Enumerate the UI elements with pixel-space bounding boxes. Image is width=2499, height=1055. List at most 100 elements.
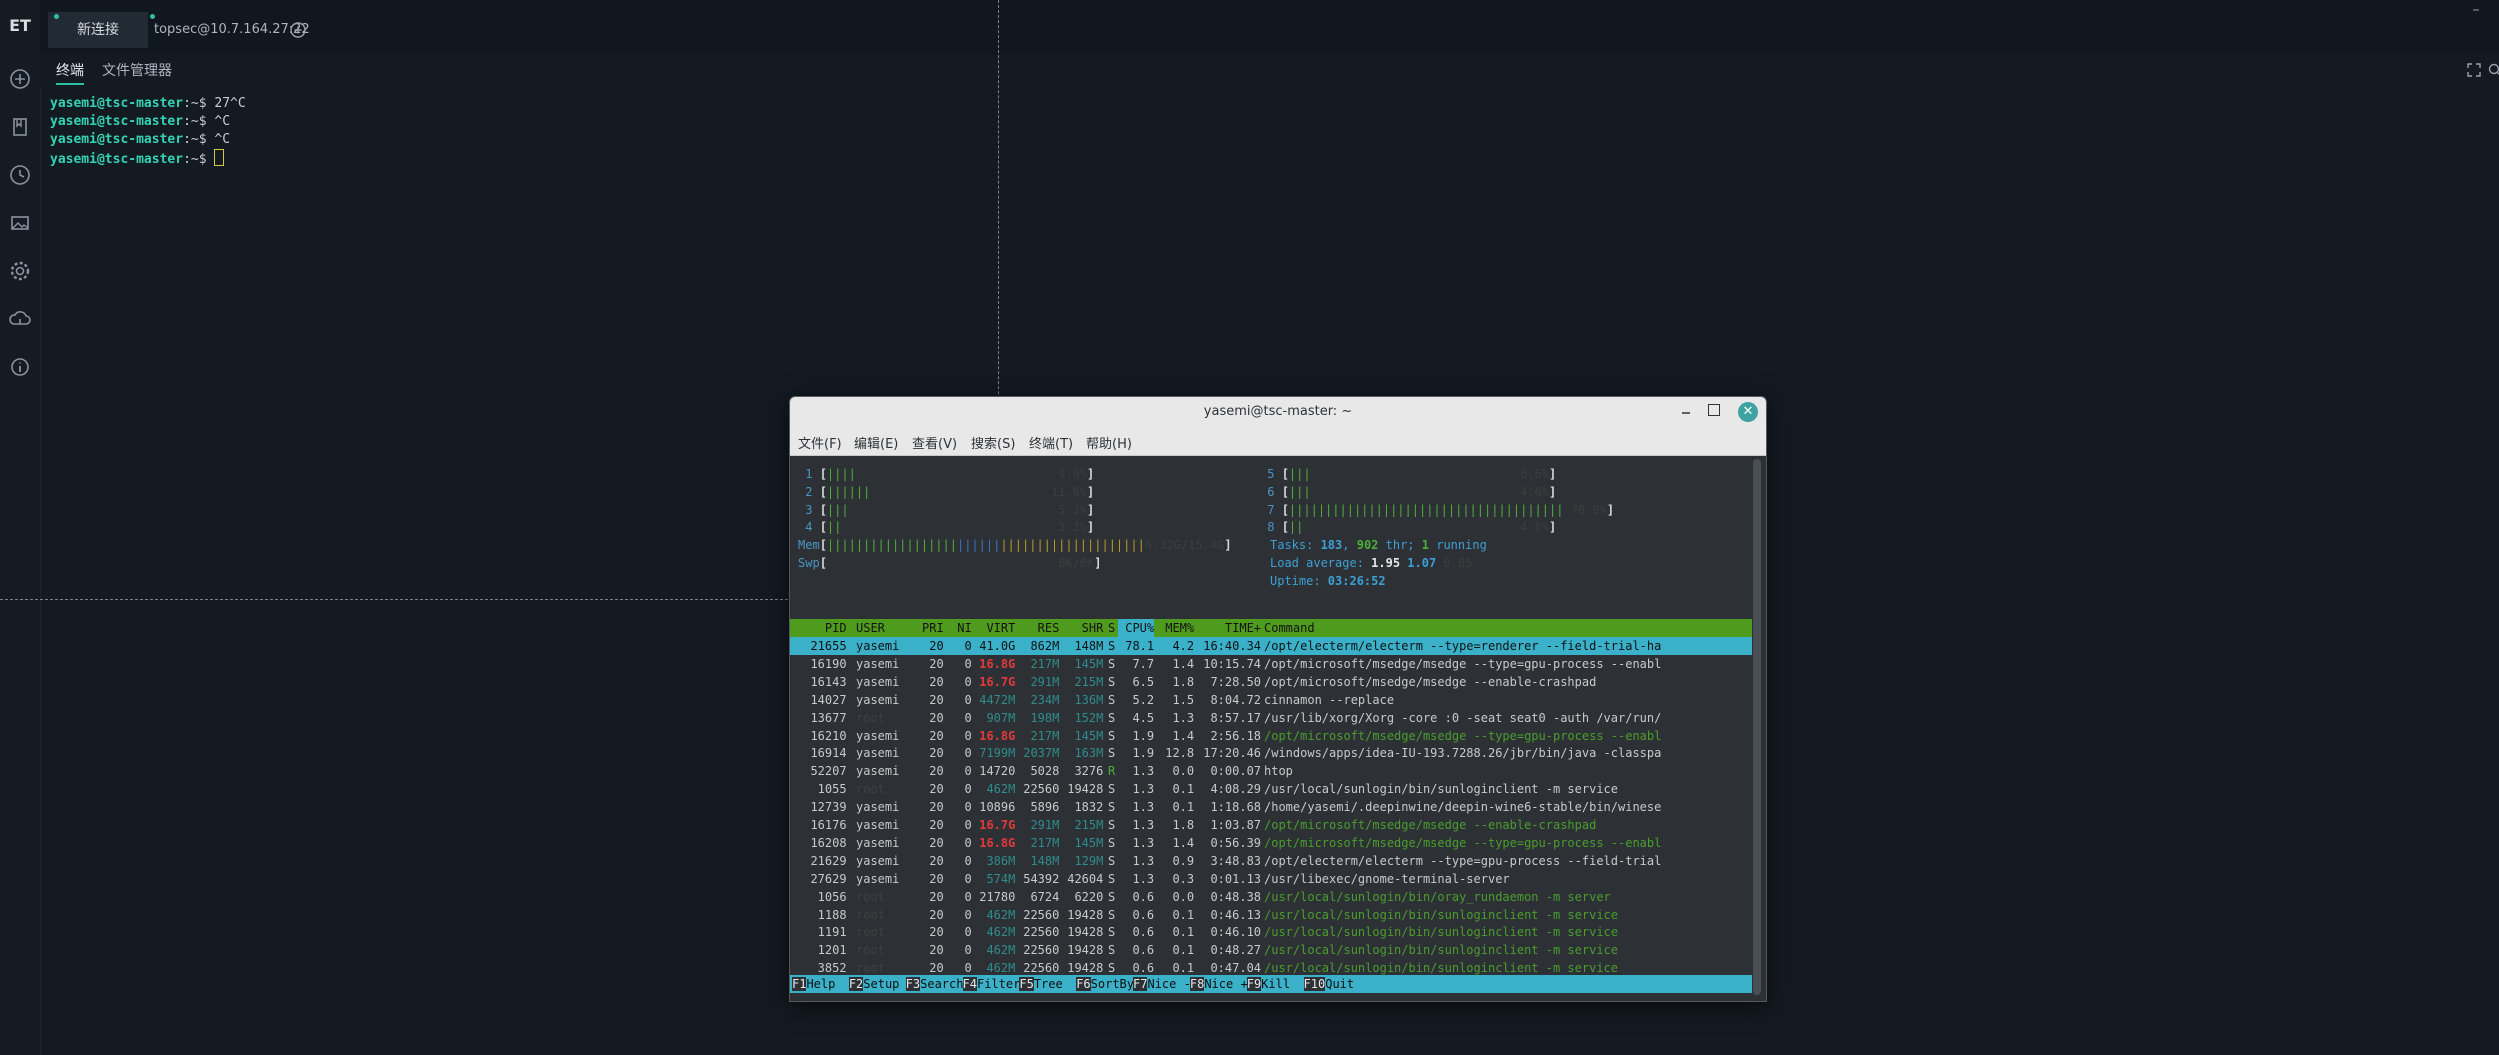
column-header-pid[interactable]: PID	[796, 619, 847, 637]
cell-shr: 129M	[1060, 853, 1104, 868]
process-row[interactable]: 21655 yasemi 20 0 41.0G 862M 148M S 78.1 4…	[790, 637, 1752, 655]
fkey-setup[interactable]: F2Setup	[848, 975, 899, 993]
process-row[interactable]: 21629 yasemi 20 0 386M 148M 129M S 1.3 0.9…	[790, 852, 1752, 870]
tab-file-manager[interactable]: 文件管理器	[102, 60, 172, 80]
menu-help[interactable]: 帮助(H)	[1086, 433, 1132, 452]
process-row[interactable]: 13677 root 20 0 907M 198M 152M S 4.5 1.3 8…	[790, 709, 1752, 727]
fkey-tree[interactable]: F5Tree	[1019, 975, 1063, 993]
process-row[interactable]: 14027 yasemi 20 0 4472M 234M 136M S 5.2 1.…	[790, 691, 1752, 709]
info-icon[interactable]	[7, 354, 33, 380]
meter-bracket: ]	[1087, 467, 1095, 481]
process-row[interactable]: 52207 yasemi 20 0 14720 5028 3276 R 1.3 0.…	[790, 762, 1752, 780]
fkey-kill[interactable]: F9Kill	[1246, 975, 1290, 993]
cell-s: S	[1108, 835, 1116, 850]
cell-pri: 20	[922, 656, 944, 671]
fkey-nice[interactable]: F7Nice -	[1133, 975, 1191, 993]
cell-pid: 14027	[796, 692, 847, 707]
tasks-count: 183	[1320, 538, 1343, 553]
window-minimize-button[interactable]: –	[2466, 2, 2486, 18]
window-titlebar[interactable]: yasemi@tsc-master: ~ ✕	[790, 397, 1766, 427]
minimize-icon[interactable]	[1679, 403, 1693, 417]
fkey-number: F7	[1133, 977, 1148, 991]
cell-shr: 19428	[1060, 782, 1104, 797]
menu-search[interactable]: 搜索(S)	[971, 433, 1015, 452]
process-row[interactable]: 16210 yasemi 20 0 16.8G 217M 145M S 1.9 1.…	[790, 727, 1752, 745]
column-header-cpu[interactable]: CPU%	[1118, 619, 1155, 637]
gnome-terminal-window[interactable]: yasemi@tsc-master: ~ ✕ 文件(F) 编辑(E) 查看(V)…	[789, 396, 1767, 1002]
cell-res: 22560	[1016, 782, 1060, 797]
meter-bracket: [	[819, 502, 827, 517]
cell-virt: 907M	[972, 710, 1016, 725]
menu-edit[interactable]: 编辑(E)	[854, 433, 898, 452]
terminal-output[interactable]: yasemi@tsc-master:~$ 27^C yasemi@tsc-mas…	[50, 95, 246, 167]
fkey-search[interactable]: F3Search	[905, 975, 963, 993]
fkey-quit[interactable]: F10Quit	[1303, 975, 1354, 993]
cell-pid: 52207	[796, 764, 847, 779]
menu-terminal[interactable]: 终端(T)	[1029, 433, 1073, 452]
cloud-sync-icon[interactable]	[7, 306, 33, 332]
memory-buffers-bar: ||||||	[956, 538, 1001, 553]
fkey-number: F6	[1076, 977, 1091, 991]
cell-user: root	[856, 907, 885, 922]
fkey-sortby[interactable]: F6SortBy	[1076, 975, 1134, 993]
process-row[interactable]: 16914 yasemi 20 0 7199M 2037M 163M S 1.9 1…	[790, 744, 1752, 762]
cpu-meter: 5 [||| 6.6%]	[1260, 465, 1556, 483]
history-icon[interactable]	[7, 162, 33, 188]
process-row[interactable]: 16208 yasemi 20 0 16.8G 217M 145M S 1.3 1.…	[790, 834, 1752, 852]
cell-res: 217M	[1016, 728, 1060, 743]
cell-s: S	[1108, 943, 1116, 958]
process-row[interactable]: 27629 yasemi 20 0 574M 54392 42604 S 1.3 0…	[790, 870, 1752, 888]
cell-shr: 1832	[1060, 800, 1104, 815]
close-icon[interactable]: ✕	[1738, 402, 1758, 422]
htop-screen[interactable]: 1 [|||| 9.9%] 2 [|||||| 11.6%] 3 [||| 5.…	[790, 455, 1752, 1001]
process-row[interactable]: 16176 yasemi 20 0 16.7G 291M 215M S 1.3 1.…	[790, 816, 1752, 834]
settings-gear-icon[interactable]	[7, 258, 33, 284]
column-header-virt[interactable]: VIRT	[972, 619, 1015, 637]
add-tab-icon[interactable]	[289, 21, 307, 39]
maximize-icon[interactable]	[1708, 404, 1720, 416]
cell-shr: 145M	[1060, 728, 1104, 743]
process-row[interactable]: 1191 root 20 0 462M 22560 19428 S 0.6 0.1 …	[790, 923, 1752, 941]
cpu-percent: 6.6%	[1520, 467, 1550, 481]
column-header-shr[interactable]: SHR	[1060, 619, 1104, 637]
column-header-time[interactable]: TIME+	[1196, 619, 1261, 637]
image-icon[interactable]	[7, 210, 33, 236]
cell-res: 291M	[1016, 818, 1060, 832]
cell-ni: 0	[950, 853, 972, 868]
cell-pri: 20	[922, 674, 944, 689]
process-row[interactable]: 16143 yasemi 20 0 16.7G 291M 215M S 6.5 1.…	[790, 673, 1752, 691]
cell-user: root	[856, 889, 885, 904]
fullscreen-icon[interactable]	[2466, 62, 2482, 78]
column-header-pri[interactable]: PRI	[922, 619, 944, 637]
process-row[interactable]: 1201 root 20 0 462M 22560 19428 S 0.6 0.1 …	[790, 941, 1752, 959]
process-row[interactable]: 1188 root 20 0 462M 22560 19428 S 0.6 0.1 …	[790, 906, 1752, 924]
search-icon[interactable]	[2488, 62, 2499, 76]
column-header-res[interactable]: RES	[1016, 619, 1060, 637]
process-row[interactable]: 1056 root 20 0 21780 6724 6220 S 0.6 0.0 0…	[790, 888, 1752, 906]
cell-cpu: 1.3	[1118, 871, 1155, 886]
column-header-ni[interactable]: NI	[950, 619, 971, 637]
terminal-scrollbar[interactable]	[1753, 459, 1761, 995]
swap-meter: Swp[ 0K/0K]	[798, 554, 1101, 572]
memory-cache-bar: ||||||||||||||||||||	[1000, 538, 1145, 553]
menu-file[interactable]: 文件(F)	[798, 433, 842, 452]
column-header-command[interactable]: Command	[1264, 619, 1315, 637]
process-row[interactable]: 1055 root 20 0 462M 22560 19428 S 1.3 0.1 …	[790, 780, 1752, 798]
fkey-help[interactable]: F1Help	[792, 975, 835, 993]
column-header-s[interactable]: S	[1108, 619, 1115, 637]
fkey-filter[interactable]: F4Filter	[962, 975, 1020, 993]
fkey-nice[interactable]: F8Nice +	[1189, 975, 1248, 993]
column-header-mem[interactable]: MEM%	[1158, 619, 1194, 637]
process-row[interactable]: 16190 yasemi 20 0 16.8G 217M 145M S 7.7 1.…	[790, 655, 1752, 673]
cell-mem: 0.1	[1158, 800, 1195, 815]
tab-bar: 新连接 topsec@10.7.164.27:22	[40, 0, 2499, 54]
tab-terminal[interactable]: 终端	[56, 60, 84, 85]
process-row[interactable]: 12739 yasemi 20 0 10896 5896 1832 S 1.3 0.…	[790, 798, 1752, 816]
column-header-user[interactable]: USER	[856, 619, 885, 637]
cell-cpu: 1.3	[1118, 835, 1155, 850]
bookmarks-icon[interactable]	[7, 114, 33, 140]
cell-cmd: /usr/local/sunlogin/bin/sunloginclient -…	[1264, 782, 1619, 797]
menu-view[interactable]: 查看(V)	[912, 433, 957, 452]
add-connection-icon[interactable]	[7, 66, 33, 92]
tab-new-connection[interactable]: 新连接	[48, 12, 148, 48]
